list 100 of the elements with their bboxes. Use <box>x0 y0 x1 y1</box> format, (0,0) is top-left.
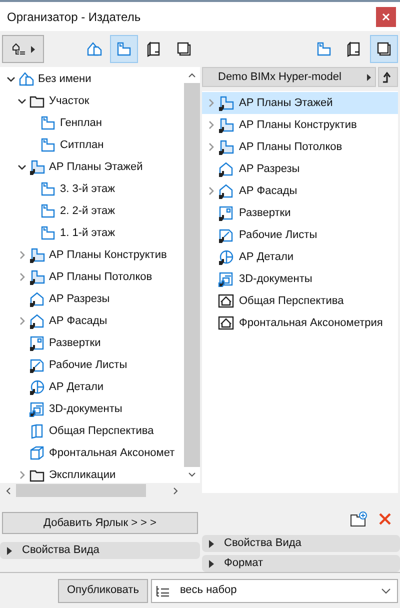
floor-plan-icon <box>29 269 45 285</box>
scroll-left-icon[interactable] <box>5 486 11 494</box>
tree-item-label[interactable]: Экспликации <box>49 466 116 483</box>
house-section-icon <box>218 161 234 177</box>
window-title: Организатор - Издатель <box>7 8 141 26</box>
house-section-icon <box>218 183 234 199</box>
view-list-item[interactable]: АР Фасады <box>202 180 398 202</box>
chevron-right-icon[interactable] <box>206 142 216 152</box>
tree-item-label[interactable]: АР Разрезы <box>49 290 110 308</box>
floor-plan-icon <box>40 225 56 241</box>
tree-item-label[interactable]: Без имени <box>38 70 92 88</box>
chevron-down-icon[interactable] <box>6 74 16 84</box>
floor-plan-icon <box>40 115 56 131</box>
tree-item-label[interactable]: АР Планы Этажей <box>49 158 143 176</box>
floor-plan-icon <box>218 139 234 155</box>
scroll-right-icon[interactable] <box>173 486 179 494</box>
interior-elevation-icon <box>218 205 234 221</box>
floor-plan-icon <box>316 41 332 57</box>
chevron-down-icon <box>381 588 391 594</box>
view-list-item[interactable]: АР Планы Конструктив <box>202 114 398 136</box>
caret-right-icon <box>367 74 371 80</box>
view-list-item[interactable]: Фронтальная Аксонометрия <box>202 312 398 334</box>
tree-item-label[interactable]: Фронтальная Аксономет <box>49 444 175 462</box>
tree-item-label[interactable]: АР Детали <box>49 378 104 396</box>
chevron-right-icon[interactable] <box>206 186 216 196</box>
stacked-pages-icon <box>176 41 192 57</box>
up-level-button[interactable] <box>378 67 398 87</box>
project-icon <box>18 71 34 87</box>
caret-right-icon <box>208 540 214 548</box>
worksheet-icon <box>29 357 45 373</box>
close-icon <box>382 12 390 20</box>
view-list-item[interactable]: АР Планы Потолков <box>202 136 398 158</box>
tree-item-label[interactable]: Общая Перспектива <box>49 422 154 440</box>
tree-item-label[interactable]: 2. 2-й этаж <box>60 202 115 220</box>
chevron-down-icon[interactable] <box>17 96 27 106</box>
view-list-item[interactable]: Общая Перспектива <box>202 290 398 312</box>
caret-right-icon <box>6 546 12 554</box>
list-icon <box>156 584 170 596</box>
floor-plan-icon <box>29 159 45 175</box>
chevron-right-icon[interactable] <box>17 470 27 480</box>
detail-icon <box>218 249 234 265</box>
scroll-down-icon[interactable] <box>188 472 196 478</box>
chevron-down-icon[interactable] <box>17 162 27 172</box>
caret-right-icon <box>208 560 214 568</box>
collapsible-section-header[interactable]: Свойства Вида <box>202 535 400 552</box>
tree-item-label[interactable]: Ситплан <box>60 136 104 154</box>
add-shortcut-button[interactable]: Добавить Ярлык > > > <box>2 512 198 534</box>
delete-icon[interactable] <box>378 512 392 526</box>
tree-item-label[interactable]: АР Планы Потолков <box>49 268 152 286</box>
tree-item-label[interactable]: 3D-документы <box>49 400 122 418</box>
detail-icon <box>29 379 45 395</box>
chevron-right-icon[interactable] <box>206 120 216 130</box>
collapsible-section-header[interactable]: Свойства Вида <box>0 542 200 559</box>
chevron-right-icon[interactable] <box>17 250 27 260</box>
tree-item-label[interactable]: АР Фасады <box>49 312 108 330</box>
chevron-right-icon[interactable] <box>17 316 27 326</box>
chevron-right-icon[interactable] <box>206 98 216 108</box>
tree-item-label[interactable]: 1. 1-й этаж <box>60 224 115 242</box>
tree-structure-icon <box>12 42 26 56</box>
document-icon <box>218 271 234 287</box>
close-button[interactable] <box>376 6 396 26</box>
floor-plan-icon <box>40 181 56 197</box>
scrollbar-thumb[interactable] <box>16 484 146 497</box>
floor-plan-icon <box>218 117 234 133</box>
view-list-item[interactable]: Развертки <box>202 202 398 224</box>
path-navigation-bar[interactable]: Demo BIMx Hyper-model <box>202 67 376 87</box>
worksheet-icon <box>218 227 234 243</box>
house-icon <box>218 315 234 331</box>
publish-set-dropdown[interactable]: весь набор <box>150 578 398 602</box>
publish-button[interactable]: Опубликовать <box>58 578 148 602</box>
view-list-item[interactable]: АР Детали <box>202 246 398 268</box>
view-mode-button[interactable] <box>370 35 398 63</box>
view-list-item[interactable]: АР Планы Этажей <box>202 92 398 114</box>
tree-item-label[interactable]: Участок <box>49 92 90 110</box>
view-list-item[interactable]: Рабочие Листы <box>202 224 398 246</box>
stacked-pages-icon <box>376 41 392 57</box>
house-section-icon <box>29 291 45 307</box>
floor-plan-icon <box>116 41 132 57</box>
tree-item-label[interactable]: АР Планы Конструктив <box>49 246 167 264</box>
collapsible-section-header[interactable]: Формат <box>202 555 400 572</box>
floor-plan-icon <box>40 137 56 153</box>
view-options-button[interactable] <box>2 35 44 63</box>
new-folder-icon[interactable] <box>350 511 368 527</box>
project-icon <box>86 41 102 57</box>
view-list-item[interactable]: 3D-документы <box>202 268 398 290</box>
layout-sheet-icon <box>146 41 162 57</box>
floor-plan-icon <box>40 203 56 219</box>
layout-sheet-icon <box>346 41 362 57</box>
tree-item-label[interactable]: Рабочие Листы <box>49 356 128 374</box>
floor-plan-icon <box>218 95 234 111</box>
tree-item-label[interactable]: Генплан <box>60 114 102 132</box>
scroll-up-icon[interactable] <box>188 72 196 78</box>
view-list-item[interactable]: АР Разрезы <box>202 158 398 180</box>
tree-item-label[interactable]: Развертки <box>49 334 101 352</box>
caret-right-icon <box>30 46 34 52</box>
tree-item-label[interactable]: 3. 3-й этаж <box>60 180 115 198</box>
interior-elevation-icon <box>29 335 45 351</box>
document-icon <box>29 401 45 417</box>
chevron-right-icon[interactable] <box>17 272 27 282</box>
house-section-icon <box>29 313 45 329</box>
